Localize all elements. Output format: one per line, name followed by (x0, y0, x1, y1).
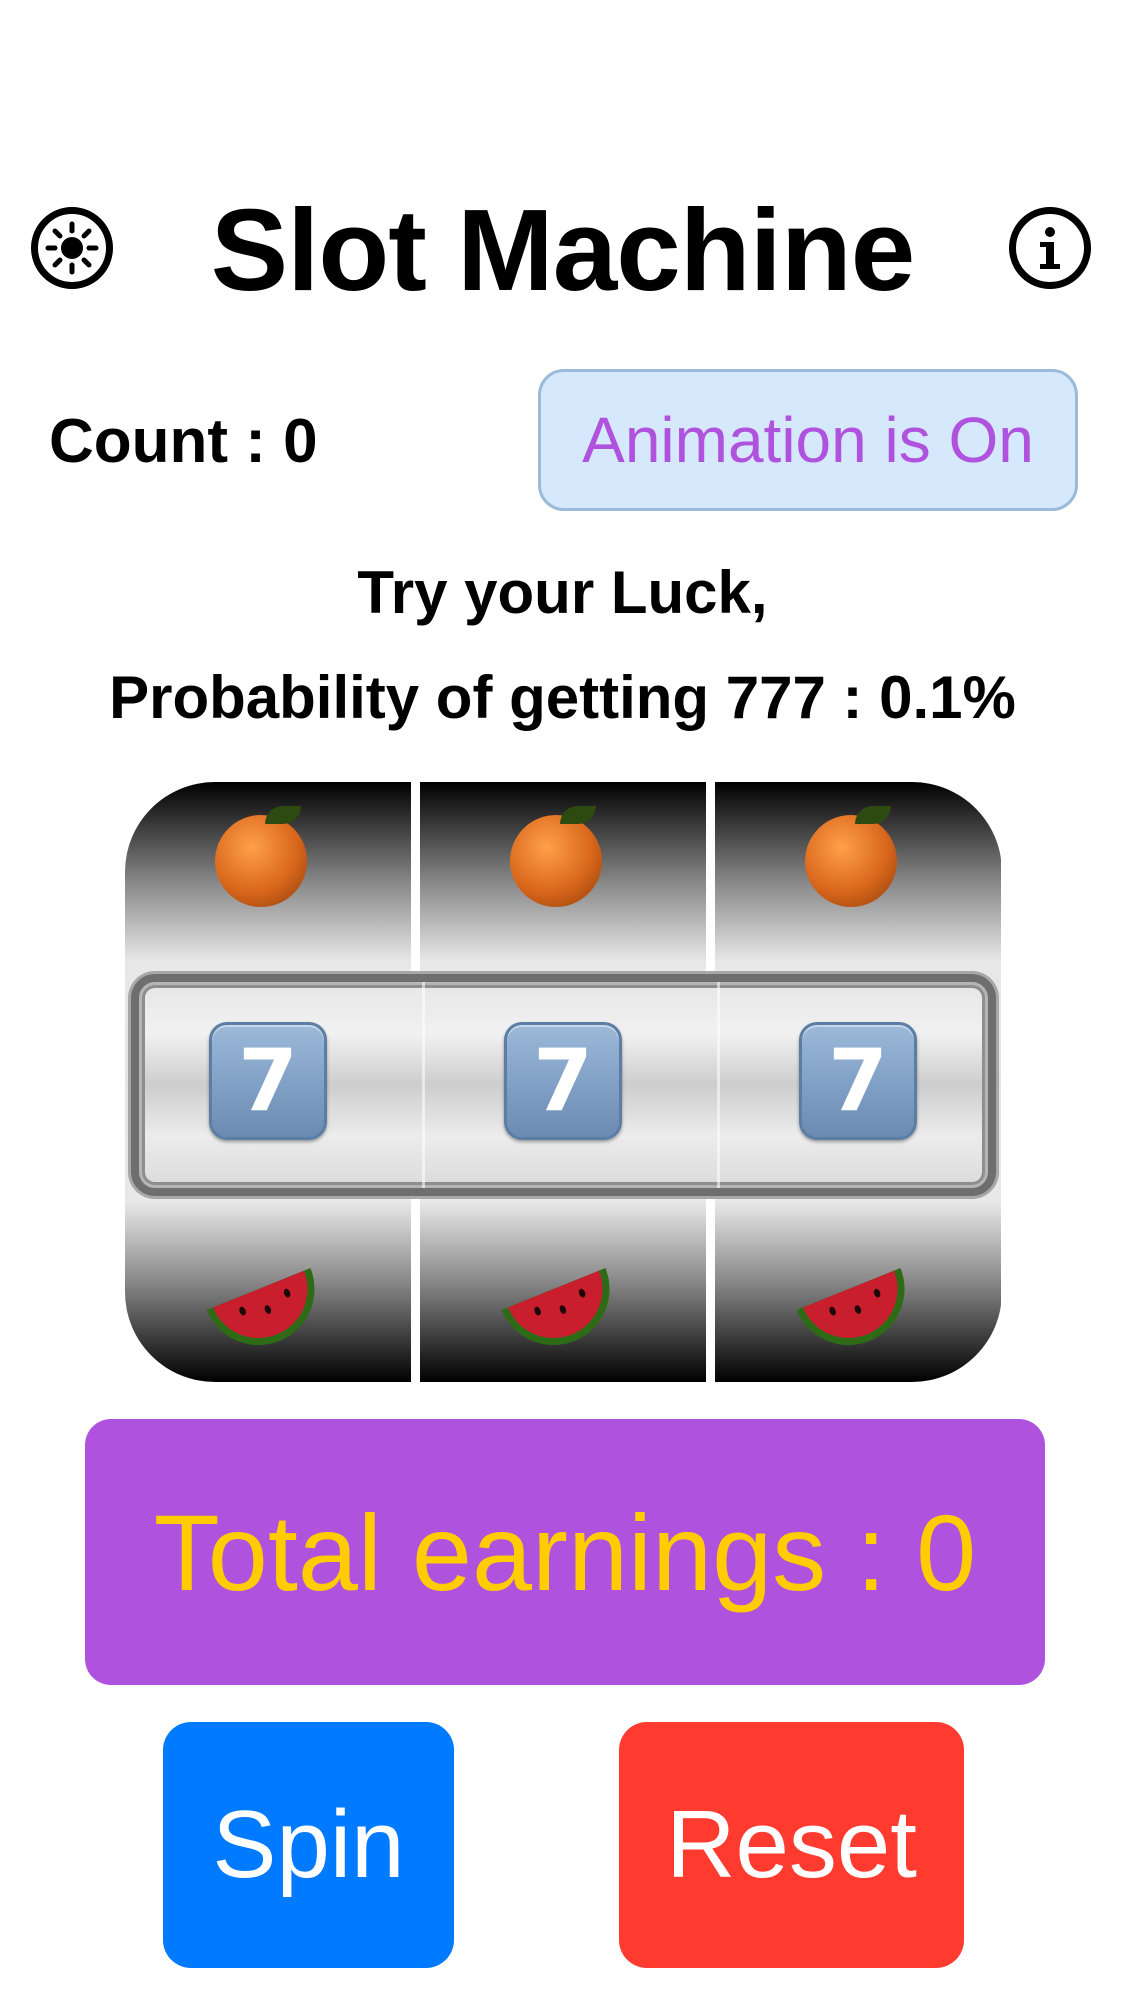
slot-machine: 7 7 7 (125, 782, 1002, 1382)
reel-symbol-seven: 7 (209, 1022, 327, 1140)
info-icon (1040, 227, 1060, 269)
spin-count: Count : 0 (49, 407, 318, 476)
total-earnings-banner: Total earnings : 0 (85, 1419, 1045, 1685)
info-button[interactable] (1009, 207, 1091, 289)
page-title: Slot Machine (210, 185, 915, 315)
reel-symbol-seven: 7 (799, 1022, 917, 1140)
probability-text: Probability of getting 777 : 0.1% (109, 664, 1016, 731)
orange-icon (510, 815, 602, 907)
animation-toggle-button[interactable]: Animation is On (538, 369, 1078, 511)
reset-button[interactable]: Reset (619, 1722, 964, 1968)
orange-icon (805, 815, 897, 907)
reel-symbol-seven: 7 (504, 1022, 622, 1140)
orange-icon (215, 815, 307, 907)
tagline: Try your Luck, (357, 559, 768, 626)
spin-button[interactable]: Spin (163, 1722, 454, 1968)
